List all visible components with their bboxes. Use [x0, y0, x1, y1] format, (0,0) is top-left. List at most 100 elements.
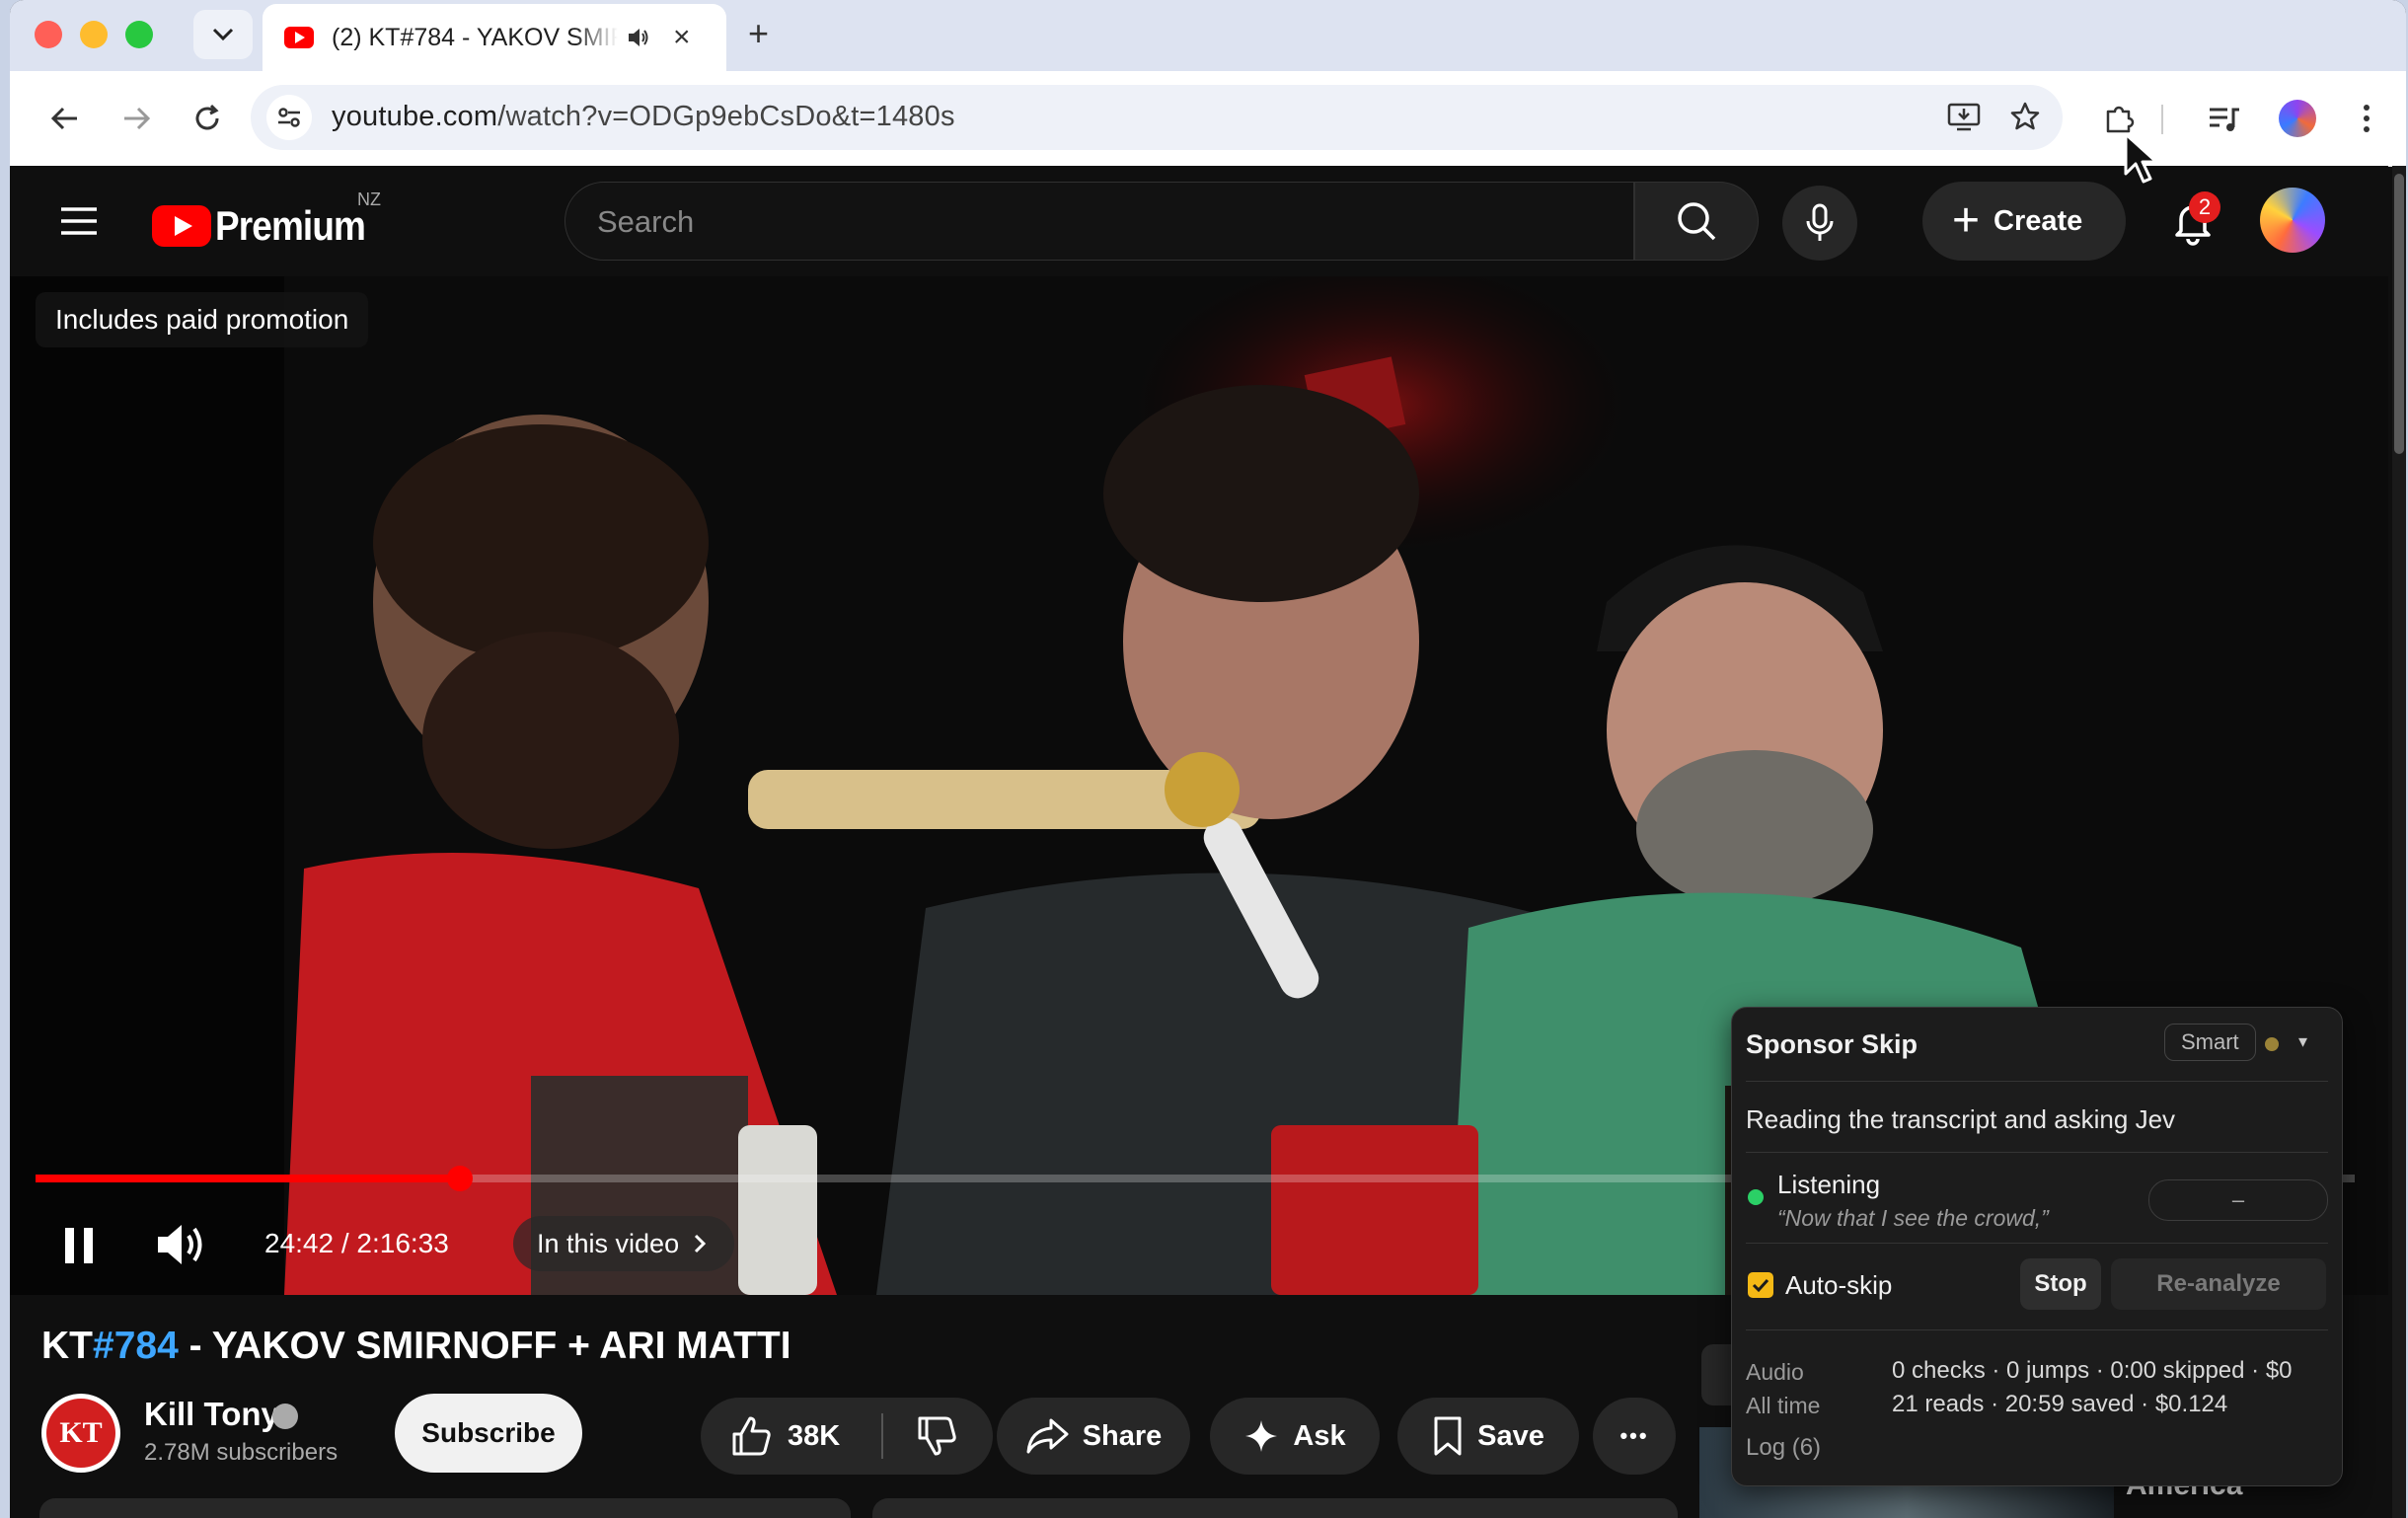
status-message: Reading the transcript and asking Jev: [1746, 1104, 2176, 1134]
more-vertical-icon: [2364, 105, 2370, 132]
mode-badge[interactable]: Smart: [2164, 1024, 2256, 1061]
notification-count-badge: 2: [2189, 191, 2220, 223]
puzzle-icon: [2106, 106, 2135, 133]
title-rest: - YAKOV SMIRNOFF + ARI MATTI: [178, 1325, 791, 1367]
youtube-favicon-icon: [284, 27, 314, 48]
like-count: 38K: [788, 1419, 841, 1452]
arrow-left-icon: [50, 107, 77, 130]
profile-button[interactable]: [2274, 95, 2321, 142]
scrubber-handle[interactable]: [447, 1166, 474, 1191]
guide-menu-button[interactable]: [59, 201, 99, 241]
create-label: Create: [1994, 204, 2083, 237]
chrome-menu-button[interactable]: [2343, 95, 2390, 142]
more-horizontal-icon: •••: [1619, 1423, 1649, 1448]
share-label: Share: [1082, 1419, 1163, 1452]
reload-button[interactable]: [184, 95, 231, 142]
active-tab[interactable]: (2) KT#784 - YAKOV SMIRNOFF + ARI MATTI …: [263, 4, 726, 71]
youtube-header: Premium NZ + Create 2: [10, 166, 2388, 276]
country-code: NZ: [357, 190, 381, 209]
dislike-button[interactable]: [883, 1414, 993, 1458]
voice-search-button[interactable]: [1782, 186, 1857, 261]
ask-label: Ask: [1293, 1419, 1346, 1452]
bookmark-star-button[interactable]: [2001, 93, 2049, 140]
hashtag-link[interactable]: #784: [93, 1325, 179, 1367]
chevron-right-icon: [695, 1234, 707, 1253]
ask-button[interactable]: Ask: [1210, 1398, 1380, 1475]
alltime-stats-value: 21 reads · 20:59 saved · $0.124: [1892, 1391, 2228, 1417]
audio-stats-label: Audio: [1746, 1359, 1804, 1385]
more-actions-button[interactable]: •••: [1593, 1398, 1676, 1475]
stop-button[interactable]: Stop: [2020, 1258, 2101, 1310]
minimize-window-button[interactable]: [80, 21, 108, 48]
close-tab-icon[interactable]: ×: [673, 23, 691, 52]
listening-label: Listening: [1777, 1170, 1881, 1199]
sparkle-icon: [1245, 1420, 1278, 1452]
account-avatar[interactable]: [2260, 188, 2325, 253]
sidebar-chip[interactable]: [1701, 1344, 1731, 1405]
like-button[interactable]: 38K: [701, 1414, 881, 1458]
reload-icon: [195, 104, 219, 130]
reanalyze-button[interactable]: Re-analyze: [2111, 1258, 2326, 1310]
scrollbar-thumb[interactable]: [2394, 174, 2404, 454]
audio-meter: –: [2148, 1179, 2328, 1221]
video-title: KT#784 - YAKOV SMIRNOFF + ARI MATTI: [41, 1325, 791, 1368]
like-dislike-group: 38K: [701, 1398, 993, 1475]
toolbar-divider: [2161, 105, 2163, 134]
chevron-down-icon: [212, 28, 234, 41]
close-window-button[interactable]: [35, 21, 62, 48]
tab-audio-playing-icon[interactable]: [626, 25, 651, 50]
bookmark-icon: [1434, 1416, 1462, 1456]
browser-window: (2) KT#784 - YAKOV SMIRNOFF + ARI MATTI …: [10, 0, 2406, 1518]
comments-box[interactable]: [872, 1498, 1678, 1518]
subscriber-count: 2.78M subscribers: [144, 1439, 339, 1466]
microphone-icon: [1806, 203, 1834, 241]
autoskip-checkbox[interactable]: [1748, 1272, 1773, 1298]
description-box[interactable]: [39, 1498, 851, 1518]
create-button[interactable]: + Create: [1922, 182, 2126, 261]
search-box[interactable]: [564, 182, 1634, 261]
url-text[interactable]: youtube.com/watch?v=ODGp9ebCsDo&t=1480s: [332, 101, 955, 133]
new-tab-button[interactable]: +: [748, 14, 769, 53]
install-app-button[interactable]: [1940, 93, 1988, 140]
check-icon: [1752, 1278, 1769, 1293]
channel-avatar[interactable]: KT: [41, 1394, 120, 1473]
thumbs-down-icon: [918, 1416, 956, 1456]
url-host: youtube.com: [332, 101, 498, 132]
alltime-stats-label: All time: [1746, 1393, 1821, 1418]
share-icon: [1026, 1418, 1069, 1454]
plus-icon: +: [1952, 194, 1981, 247]
sponsor-skip-panel: Sponsor Skip Smart ▾ Reading the transcr…: [1731, 1007, 2343, 1486]
search-icon: [1678, 202, 1716, 241]
install-icon: [1947, 103, 1981, 131]
panel-divider: [1746, 1152, 2328, 1153]
youtube-premium-logo[interactable]: Premium: [152, 201, 386, 251]
site-info-button[interactable]: [266, 95, 312, 140]
maximize-window-button[interactable]: [125, 21, 153, 48]
queue-music-icon: [2210, 108, 2239, 131]
status-dot: [2265, 1037, 2279, 1051]
profile-avatar: [2279, 100, 2316, 137]
tab-strip: (2) KT#784 - YAKOV SMIRNOFF + ARI MATTI …: [10, 0, 2406, 71]
channel-name[interactable]: Kill Tony: [144, 1396, 279, 1433]
pause-button[interactable]: [59, 1224, 99, 1267]
search-button[interactable]: [1634, 182, 1759, 261]
logo-text: Premium: [215, 202, 366, 249]
tab-search-button[interactable]: [193, 10, 253, 59]
log-toggle[interactable]: Log (6): [1746, 1434, 1821, 1462]
paid-promotion-label[interactable]: Includes paid promotion: [36, 292, 369, 347]
volume-button[interactable]: [152, 1220, 211, 1269]
media-controls-button[interactable]: [2201, 95, 2248, 142]
channel-logo: KT: [46, 1399, 115, 1468]
forward-button[interactable]: [113, 95, 160, 142]
share-button[interactable]: Share: [997, 1398, 1190, 1475]
panel-title: Sponsor Skip: [1746, 1029, 1919, 1059]
autoskip-label[interactable]: Auto-skip: [1785, 1270, 1892, 1301]
save-button[interactable]: Save: [1397, 1398, 1579, 1475]
in-this-video-button[interactable]: In this video: [513, 1216, 735, 1271]
subscribe-button[interactable]: Subscribe: [395, 1394, 582, 1473]
thumbs-up-icon: [732, 1416, 771, 1456]
search-input[interactable]: [595, 202, 1586, 242]
back-button[interactable]: [41, 95, 89, 142]
collapse-caret-icon[interactable]: ▾: [2298, 1031, 2307, 1052]
address-bar[interactable]: youtube.com/watch?v=ODGp9ebCsDo&t=1480s: [251, 85, 2063, 150]
